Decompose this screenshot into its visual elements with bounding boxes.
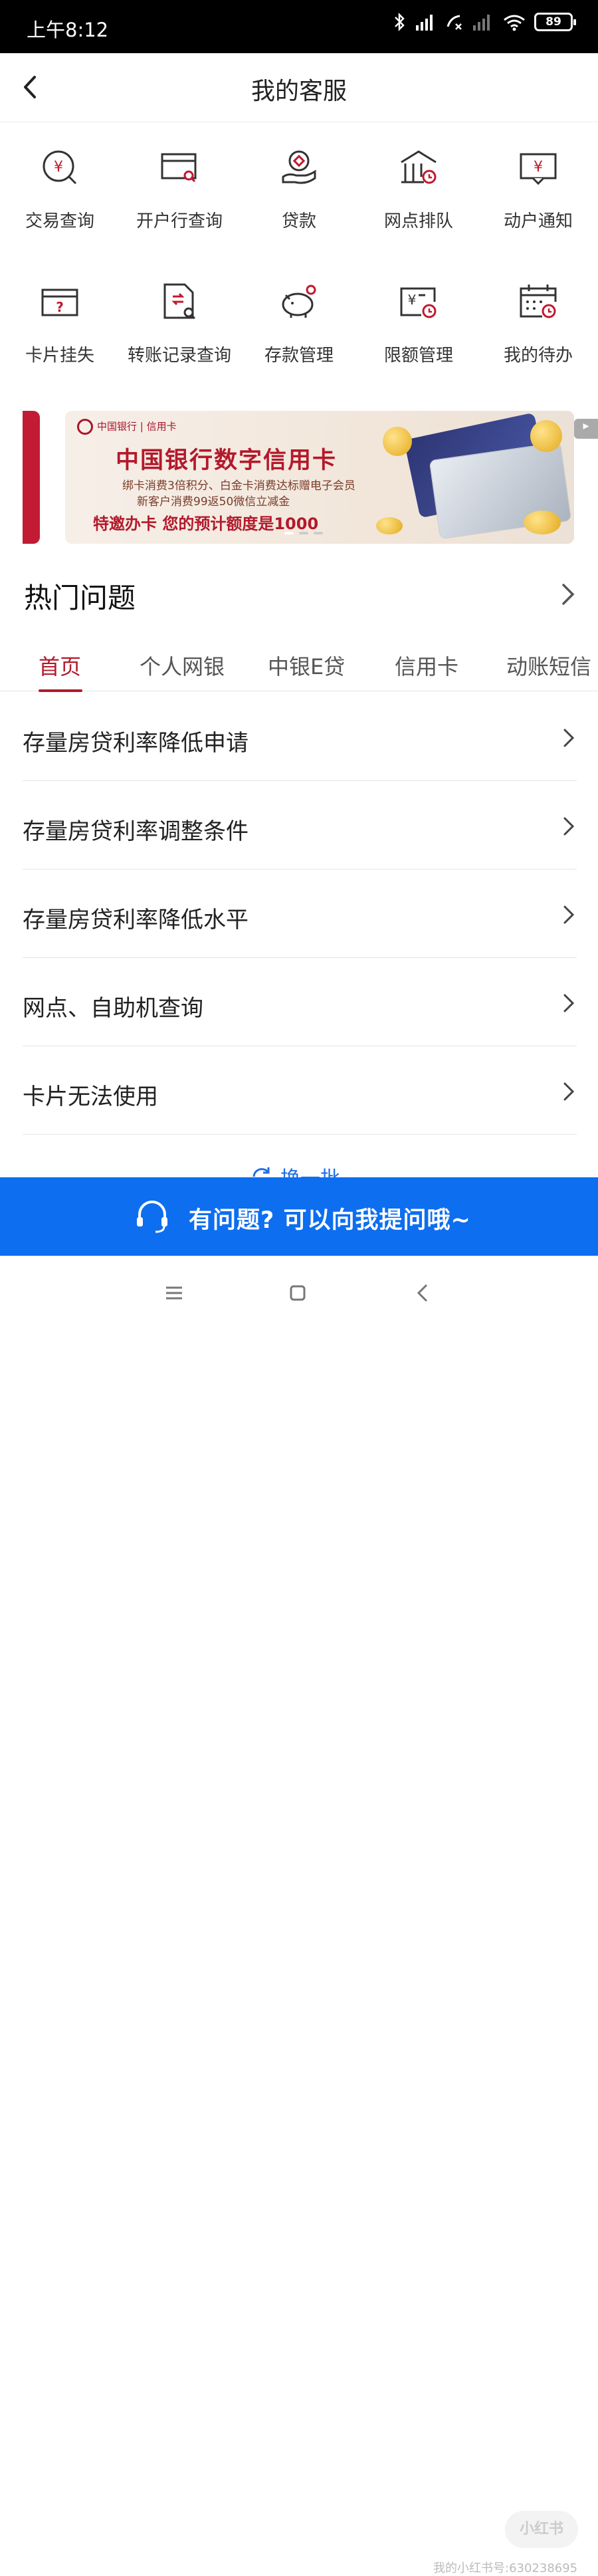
svg-text:¥: ¥ <box>408 292 417 308</box>
status-icons: 89 <box>393 12 576 32</box>
card-search-icon <box>161 153 197 183</box>
tab-account-sms[interactable]: 动账短信 <box>506 650 591 681</box>
service-loan[interactable]: 贷款 <box>239 133 359 246</box>
signal-weak-icon <box>473 15 490 31</box>
bank-logo: 中国银行 | 信用卡 <box>77 419 177 435</box>
tab-personal-ebank[interactable]: 个人网银 <box>140 650 225 681</box>
chevron-right-icon[interactable] <box>558 581 578 608</box>
hot-questions-title: 热门问题 <box>24 582 136 614</box>
bank-logo-text: 中国银行 | 信用卡 <box>97 420 177 433</box>
svg-text:¥: ¥ <box>534 159 543 176</box>
service-label: 开户行查询 <box>136 211 223 231</box>
service-transaction-query[interactable]: ¥ 交易查询 <box>0 133 120 246</box>
watermark-logo: 小红书 <box>505 2511 578 2548</box>
promo-banner[interactable]: 中国银行 | 信用卡 中国银行数字信用卡 绑卡消费3倍积分、白金卡消费达标赠电子… <box>65 411 574 544</box>
signal-icon <box>416 15 433 31</box>
banner-prev-peek[interactable] <box>23 411 40 544</box>
transfer-doc-icon <box>163 283 196 320</box>
service-label: 网点排队 <box>383 211 453 231</box>
banner-headline: 中国银行数字信用卡 <box>116 447 338 474</box>
status-time: 上午8:12 <box>27 19 109 41</box>
service-label: 交易查询 <box>25 211 94 231</box>
calendar-clock-icon <box>520 285 557 318</box>
question-text: 卡片无法使用 <box>23 1084 158 1110</box>
svg-text:¥: ¥ <box>54 159 63 176</box>
question-item[interactable]: 存量房贷利率降低水平 <box>23 870 577 958</box>
question-list: 存量房贷利率降低申请 存量房贷利率调整条件 存量房贷利率降低水平 网点、自助机查… <box>23 693 577 1135</box>
carousel-dots <box>284 532 323 534</box>
question-item[interactable]: 网点、自助机查询 <box>23 958 577 1046</box>
bank-seal-icon <box>77 419 93 435</box>
coin-decoration <box>383 427 412 456</box>
question-item[interactable]: 存量房贷利率调整条件 <box>23 781 577 870</box>
coin-decoration <box>530 420 562 452</box>
service-branch-queue[interactable]: 网点排队 <box>359 133 478 246</box>
tab-boc-e-loan[interactable]: 中银E贷 <box>268 650 345 681</box>
chevron-right-icon <box>563 729 575 747</box>
question-text: 存量房贷利率调整条件 <box>23 818 249 845</box>
back-icon[interactable] <box>411 1280 437 1306</box>
watermark-text: 我的小红书号:630238695 <box>433 2561 578 2575</box>
chevron-right-icon <box>563 905 575 924</box>
service-label: 贷款 <box>281 211 316 231</box>
coin-decoration <box>524 511 561 534</box>
service-bank-branch-query[interactable]: 开户行查询 <box>120 133 239 246</box>
coin-decoration <box>376 517 403 534</box>
tab-home[interactable]: 首页 <box>39 650 81 681</box>
yuan-search-icon: ¥ <box>43 150 77 185</box>
wifi-icon <box>504 15 525 31</box>
system-navigation-bar: 小红书 我的小红书号:630238695 <box>0 1256 598 2575</box>
service-transfer-record[interactable]: 转账记录查询 <box>120 267 239 380</box>
battery-indicator: 89 <box>534 13 576 31</box>
banner-next-peek[interactable]: ▸ <box>574 419 598 439</box>
chevron-right-icon <box>563 817 575 836</box>
service-label: 存款管理 <box>264 346 334 366</box>
chevron-right-icon <box>563 1082 575 1101</box>
svg-text:?: ? <box>56 299 64 315</box>
home-icon[interactable] <box>284 1280 311 1306</box>
ask-bar-text: 有问题? 可以向我提问哦~ <box>189 1207 471 1234</box>
piggy-bank-icon <box>282 285 316 318</box>
service-my-todo[interactable]: 我的待办 <box>478 267 598 380</box>
banner-line-1: 绑卡消费3倍积分、白金卡消费达标赠电子会员 <box>122 479 355 493</box>
status-bar: 上午8:12 89 <box>0 0 598 53</box>
banner-cta: 特邀办卡 您的预计额度是1000 <box>93 515 319 533</box>
service-label: 我的待办 <box>503 346 573 366</box>
headset-icon <box>137 1201 167 1233</box>
question-tabs: 首页 个人网银 中银E贷 信用卡 动账短信 <box>0 638 598 692</box>
chevron-right-icon <box>563 994 575 1012</box>
menu-icon[interactable] <box>161 1280 187 1306</box>
bluetooth-icon <box>395 12 405 32</box>
service-deposit-management[interactable]: 存款管理 <box>239 267 359 380</box>
service-limit-management[interactable]: ¥ 限额管理 <box>359 267 478 380</box>
service-label: 卡片挂失 <box>25 346 94 366</box>
question-item[interactable]: 存量房贷利率降低申请 <box>23 693 577 781</box>
service-label: 动户通知 <box>503 211 573 231</box>
yuan-notice-icon: ¥ <box>520 153 557 185</box>
active-tab-indicator <box>39 689 82 692</box>
tab-credit-card[interactable]: 信用卡 <box>395 650 458 681</box>
limit-icon: ¥ <box>400 287 437 318</box>
question-item[interactable]: 卡片无法使用 <box>23 1046 577 1135</box>
service-card-loss[interactable]: ? 卡片挂失 <box>0 267 120 380</box>
call-off-icon <box>447 15 462 30</box>
page-title: 我的客服 <box>250 78 347 105</box>
hand-coin-icon <box>282 150 316 184</box>
top-navigation: 我的客服 <box>0 53 598 122</box>
bank-clock-icon <box>401 150 437 184</box>
question-text: 存量房贷利率降低水平 <box>23 907 249 933</box>
service-account-notice[interactable]: ¥ 动户通知 <box>478 133 598 246</box>
card-question-icon: ? <box>41 289 78 316</box>
question-text: 网点、自助机查询 <box>23 995 203 1022</box>
banner-line-2: 新客户消费99返50微信立减金 <box>137 495 290 509</box>
service-label: 限额管理 <box>383 346 453 366</box>
question-text: 存量房贷利率降低申请 <box>23 730 249 757</box>
ask-question-bar[interactable]: 有问题? 可以向我提问哦~ <box>0 1177 598 1256</box>
service-label: 转账记录查询 <box>127 346 231 366</box>
